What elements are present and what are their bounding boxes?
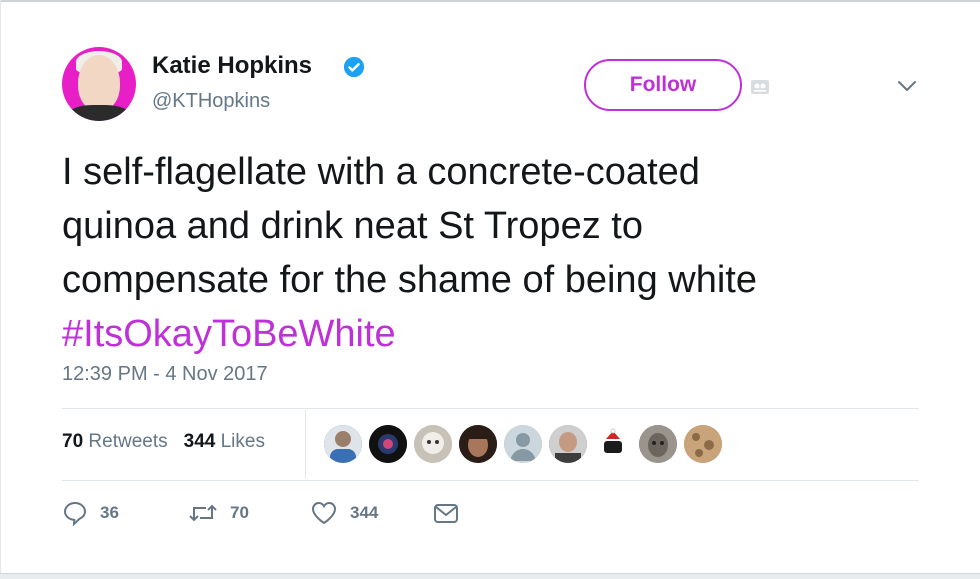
reply-icon <box>63 501 87 526</box>
tweet-text-line: I self-flagellate with a concrete-coated <box>62 151 700 193</box>
hashtag-link[interactable]: #ItsOkayToBeWhite <box>62 307 942 361</box>
follow-button[interactable]: Follow <box>584 59 742 111</box>
retweets-stat[interactable]: 70 Retweets <box>62 431 168 452</box>
heart-icon <box>311 501 337 525</box>
chevron-down-icon[interactable] <box>896 78 918 94</box>
retweet-count: 70 <box>230 503 249 522</box>
likes-stat[interactable]: 344 Likes <box>184 431 265 452</box>
like-action[interactable]: 344 <box>310 500 378 526</box>
likes-count: 344 <box>183 431 216 452</box>
retweets-count: 70 <box>62 431 84 452</box>
like-count: 344 <box>350 503 379 522</box>
follow-add-icon[interactable] <box>750 78 770 96</box>
retweet-action[interactable]: 70 <box>188 500 249 526</box>
reply-action[interactable]: 36 <box>62 500 119 526</box>
mail-icon <box>434 504 458 523</box>
verified-badge-icon <box>343 56 365 78</box>
direct-message-action[interactable] <box>432 500 460 526</box>
stats-vertical-divider <box>305 410 306 478</box>
likes-label: Likes <box>220 431 265 452</box>
reply-count: 36 <box>100 503 119 522</box>
liker-avatar-icon[interactable] <box>549 425 587 463</box>
liker-avatar-icon[interactable] <box>684 425 722 463</box>
tweet-timestamp[interactable]: 12:39 PM - 4 Nov 2017 <box>62 363 268 386</box>
liker-avatar-icon[interactable] <box>504 425 542 463</box>
window-top-border <box>0 0 980 2</box>
author-handle[interactable]: @KTHopkins <box>152 90 270 113</box>
liker-avatar-icon[interactable] <box>594 425 632 463</box>
retweets-label: Retweets <box>88 431 168 452</box>
window-left-border <box>0 0 1 579</box>
liker-avatar-icon[interactable] <box>369 425 407 463</box>
stats-divider-bottom <box>62 480 919 481</box>
author-name[interactable]: Katie Hopkins <box>152 52 312 80</box>
window-bottom-border <box>0 574 980 579</box>
tweet-stats: 70 Retweets 344 Likes <box>62 431 265 453</box>
liker-avatar-icon[interactable] <box>639 425 677 463</box>
tweet-text-line: compensate for the shame of being white <box>62 259 757 301</box>
stats-divider-top <box>62 408 919 409</box>
tweet-text-line: quinoa and drink neat St Tropez to <box>62 205 643 247</box>
retweet-icon <box>189 504 217 522</box>
tweet-text: I self-flagellate with a concrete-coated… <box>62 145 942 361</box>
liker-avatar-icon[interactable] <box>414 425 452 463</box>
liker-avatar-icon[interactable] <box>324 425 362 463</box>
liker-avatar-icon[interactable] <box>459 425 497 463</box>
author-avatar[interactable] <box>62 47 136 121</box>
